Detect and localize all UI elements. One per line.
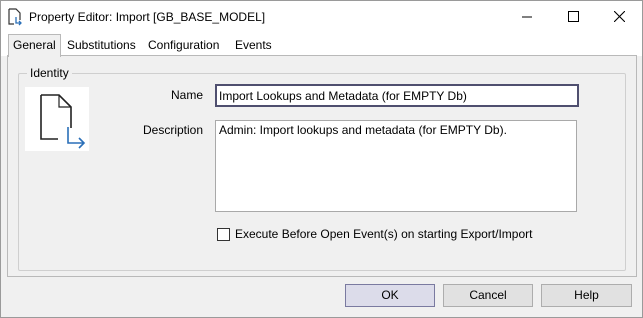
execute-before-open-label[interactable]: Execute Before Open Event(s) on starting…	[235, 227, 532, 241]
tab-substitutions[interactable]: Substitutions	[67, 36, 136, 56]
property-editor-window: Property Editor: Import [GB_BASE_MODEL] …	[0, 0, 643, 318]
document-import-icon	[25, 87, 89, 151]
tab-strip: General Substitutions Configuration Even…	[1, 32, 642, 57]
window-title: Property Editor: Import [GB_BASE_MODEL]	[29, 10, 266, 24]
help-button[interactable]: Help	[541, 284, 632, 307]
maximize-button[interactable]	[550, 1, 596, 32]
maximize-icon	[567, 11, 579, 22]
identity-group-label: Identity	[27, 66, 72, 80]
minimize-button[interactable]	[504, 1, 550, 32]
cancel-button[interactable]: Cancel	[443, 284, 533, 307]
description-field[interactable]: Admin: Import lookups and metadata (for …	[215, 120, 577, 212]
tab-general[interactable]: General	[8, 34, 61, 57]
name-label: Name	[171, 88, 204, 102]
description-label: Description	[143, 123, 204, 137]
execute-before-open-checkbox[interactable]	[217, 228, 230, 241]
ok-button[interactable]: OK	[345, 284, 435, 307]
title-bar[interactable]: Property Editor: Import [GB_BASE_MODEL]	[1, 1, 642, 32]
minimize-icon	[522, 12, 532, 22]
document-import-icon	[8, 8, 22, 26]
name-field[interactable]	[215, 84, 579, 107]
close-icon	[613, 11, 625, 22]
tab-configuration[interactable]: Configuration	[148, 36, 219, 56]
close-button[interactable]	[596, 1, 642, 32]
tab-events[interactable]: Events	[235, 36, 272, 56]
